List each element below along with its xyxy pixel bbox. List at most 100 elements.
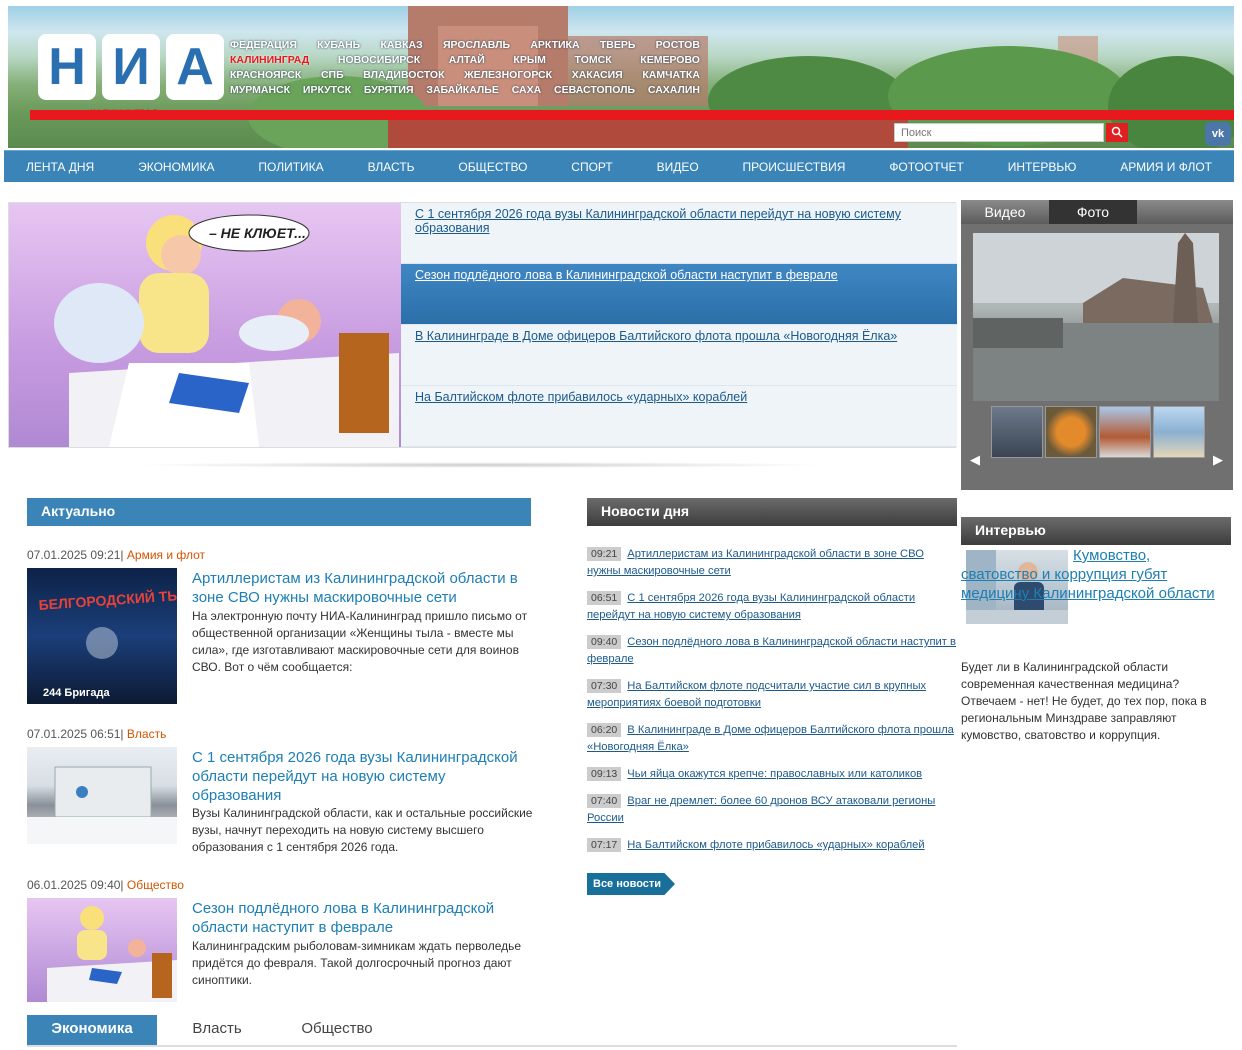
region-link[interactable]: ФЕДЕРАЦИЯ [230,39,297,54]
article-description: Калининградским рыболовам-зимникам ждать… [192,939,522,987]
news-day-heading: Новости дня [587,498,957,526]
slider-item[interactable]: В Калининграде в Доме офицеров Балтийско… [401,325,957,386]
category-tabs: Экономика Власть Общество [27,1015,957,1047]
region-link[interactable]: АРКТИКА [530,39,579,54]
slider-list: С 1 сентября 2026 года вузы Калининградс… [401,203,957,447]
news-item[interactable]: 06:20 В Калининграде в Доме офицеров Балт… [587,722,959,756]
article-title[interactable]: Сезон подлёдного лова в Калининградской … [192,899,537,937]
region-link[interactable]: ВЛАДИВОСТОК [363,69,444,84]
region-link[interactable]: САХАЛИН [648,84,700,99]
tab-photo[interactable]: Фото [1049,200,1137,224]
article-item: 07.01.2025 09:21| Армия и флот БЕЛГОРОДС… [27,548,537,708]
article-category[interactable]: Армия и флот [127,548,205,562]
photo-thumbnail[interactable] [1099,406,1151,458]
region-link[interactable]: СПБ [321,69,344,84]
news-link[interactable]: В Калининграде в Доме офицеров Балтийско… [587,724,954,753]
nav-item[interactable]: ЛЕНТА ДНЯ [26,160,94,174]
search-button[interactable] [1106,123,1128,142]
chevron-left-icon[interactable]: ◀ [970,452,980,468]
news-time: 09:21 [587,547,622,561]
slider-item[interactable]: На Балтийском флоте прибавилось «ударных… [401,386,957,447]
nav-item[interactable]: ВЛАСТЬ [368,160,415,174]
nav-item[interactable]: ОБЩЕСТВО [458,160,527,174]
news-link[interactable]: Чьи яйца окажутся крепче: православных и… [627,768,922,780]
article-title[interactable]: Артиллеристам из Калининградской области… [192,569,537,607]
nav-item[interactable]: ИНТЕРВЬЮ [1008,160,1077,174]
news-item[interactable]: 09:40 Сезон подлёдного лова в Калининград… [587,634,959,668]
region-link[interactable]: КРЫМ [513,54,545,69]
tab-video[interactable]: Видео [961,200,1049,224]
article-thumbnail[interactable] [27,898,177,1002]
slider-image[interactable]: – НЕ КЛЮЕТ... [9,203,401,447]
photo-thumbnail[interactable] [1045,406,1097,458]
article-title[interactable]: С 1 сентября 2026 года вузы Калининградс… [192,748,537,805]
article-description: Вузы Калининградской области, как и оста… [192,806,533,854]
article-category[interactable]: Власть [127,727,166,741]
region-link[interactable]: АЛТАЙ [449,54,485,69]
nav-item[interactable]: ВИДЕО [657,160,699,174]
media-main-photo[interactable] [973,233,1219,401]
region-link[interactable]: ТВЕРЬ [600,39,636,54]
region-link[interactable]: НОВОСИБИРСК [338,54,420,69]
photo-thumbnail[interactable] [991,406,1043,458]
nav-item[interactable]: АРМИЯ И ФЛОТ [1120,160,1212,174]
news-item[interactable]: 09:21 Артиллеристам из Калининградской об… [587,546,959,580]
region-link[interactable]: ТОМСК [575,54,612,69]
news-link[interactable]: Артиллеристам из Калининградской области… [587,548,924,577]
article-category[interactable]: Общество [127,878,184,892]
tab-power[interactable]: Власть [157,1015,277,1045]
tab-society[interactable]: Общество [277,1015,397,1045]
article-thumbnail[interactable]: БЕЛГОРОДСКИЙ ТЫЛ 244 Бригада [27,568,191,704]
tab-economy[interactable]: Экономика [27,1015,157,1045]
article-meta: 06.01.2025 09:40| Общество [27,878,537,892]
news-link[interactable]: Сезон подлёдного лова в Калининградской … [587,636,956,665]
region-link[interactable]: ЖЕЛЕЗНОГОРСК [464,69,552,84]
region-link[interactable]: МУРМАНСК [230,84,290,99]
news-item[interactable]: 07:30 На Балтийском флоте подсчитали учас… [587,678,959,712]
region-link[interactable]: КАМЧАТКА [642,69,700,84]
news-item[interactable]: 07:17 На Балтийском флоте прибавилось «уд… [587,837,959,854]
region-link[interactable]: САХА [512,84,542,99]
news-item[interactable]: 09:13 Чьи яйца окажутся крепче: православ… [587,766,959,783]
slider-item[interactable]: С 1 сентября 2026 года вузы Калининградс… [401,203,957,264]
region-link[interactable]: КРАСНОЯРСК [230,69,301,84]
slider-item-active[interactable]: Сезон подлёдного лова в Калининградской … [401,264,957,325]
search-input[interactable] [894,123,1104,142]
article-thumbnail[interactable] [27,747,177,844]
nav-item[interactable]: ПРОИСШЕСТВИЯ [743,160,846,174]
region-link-active[interactable]: КАЛИНИНГРАД [230,54,309,69]
news-link[interactable]: Враг не дремлет: более 60 дронов ВСУ ата… [587,795,935,824]
news-item[interactable]: 07:40 Враг не дремлет: более 60 дронов ВС… [587,793,959,827]
nav-item[interactable]: ФОТООТЧЕТ [889,160,964,174]
region-link[interactable]: ХАКАСИЯ [572,69,623,84]
region-link[interactable]: ЯРОСЛАВЛЬ [443,39,510,54]
region-row: МУРМАНСК ИРКУТСК БУРЯТИЯ ЗАБАЙКАЛЬЕ САХА… [230,84,700,99]
region-link[interactable]: КАВКАЗ [381,39,423,54]
interview-heading: Интервью [961,517,1231,545]
region-link[interactable]: ЗАБАЙКАЛЬЕ [426,84,498,99]
region-link[interactable]: СЕВАСТОПОЛЬ [554,84,635,99]
all-news-button[interactable]: Все новости [587,873,675,895]
nav-item[interactable]: ЭКОНОМИКА [138,160,214,174]
region-link[interactable]: РОСТОВ [656,39,700,54]
meta-separator: | [120,548,124,562]
logo-letter: И [102,34,160,100]
article-date: 07.01.2025 06:51 [27,727,121,741]
nav-item[interactable]: ПОЛИТИКА [258,160,323,174]
chevron-right-icon[interactable]: ▶ [1213,452,1223,468]
region-link[interactable]: КУБАНЬ [317,39,360,54]
news-link[interactable]: С 1 сентября 2026 года вузы Калининградс… [587,592,915,621]
region-link[interactable]: ИРКУТСК [303,84,351,99]
vk-icon[interactable]: vk [1205,122,1231,146]
news-link[interactable]: На Балтийском флоте подсчитали участие с… [587,680,926,709]
interview-title[interactable]: Кумовство, сватовство и коррупция губят … [961,546,1231,603]
news-item[interactable]: 06:51 С 1 сентября 2026 года вузы Калинин… [587,590,959,624]
nav-item[interactable]: СПОРТ [571,160,612,174]
thumbnail-caption: БЕЛГОРОДСКИЙ ТЫЛ [38,585,177,613]
region-link[interactable]: КЕМЕРОВО [640,54,700,69]
logo-letter: Н [38,34,96,100]
news-link[interactable]: На Балтийском флоте прибавилось «ударных… [627,839,924,851]
region-link[interactable]: БУРЯТИЯ [364,84,414,99]
site-logo[interactable]: Н И А [38,34,228,110]
photo-thumbnail[interactable] [1153,406,1205,458]
